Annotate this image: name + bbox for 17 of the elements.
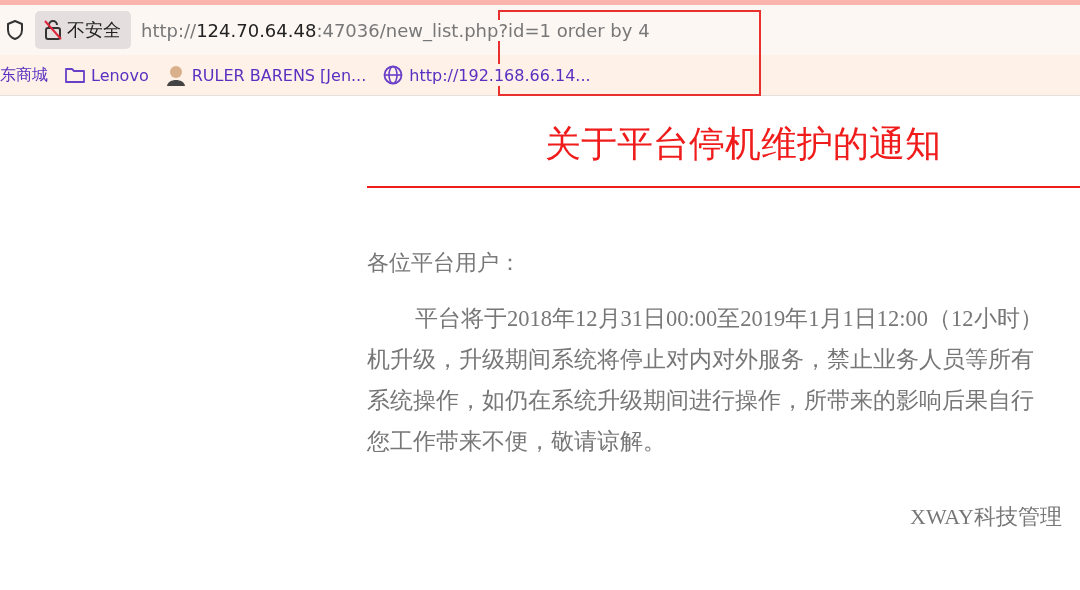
lock-crossed-icon [43, 19, 63, 41]
globe-icon [382, 64, 405, 86]
signature-text: XWAY科技管理 [910, 503, 1063, 531]
avatar-icon [164, 64, 187, 86]
bookmark[interactable]: RULER BARENS [Jen... [164, 64, 367, 86]
bookmark[interactable]: http://192.168.66.14... [382, 64, 591, 86]
paragraph-line: 系统操作，如仍在系统升级期间进行操作，所带来的影响后果自行 [367, 387, 1035, 415]
shield-icon[interactable] [6, 19, 24, 41]
security-button[interactable]: 不安全 [35, 11, 131, 49]
paragraph-line: 机升级，升级期间系统将停止对内对外服务，禁止业务人员等所有 [367, 346, 1035, 374]
url-field[interactable]: http://124.70.64.48:47036/new_list.php?id=1 order by 4 [141, 19, 650, 41]
paragraph-line: 平台将于2018年12月31日00:00至2019年1月1日12:00（12小时） [414, 305, 1044, 333]
greeting-text: 各位平台用户： [367, 249, 522, 277]
notice-title: 关于平台停机维护的通知 [544, 123, 942, 166]
bookmark[interactable]: Lenovo [64, 65, 149, 85]
paragraph-line: 您工作带来不便，敬请谅解。 [367, 428, 667, 456]
folder-icon [64, 66, 86, 84]
